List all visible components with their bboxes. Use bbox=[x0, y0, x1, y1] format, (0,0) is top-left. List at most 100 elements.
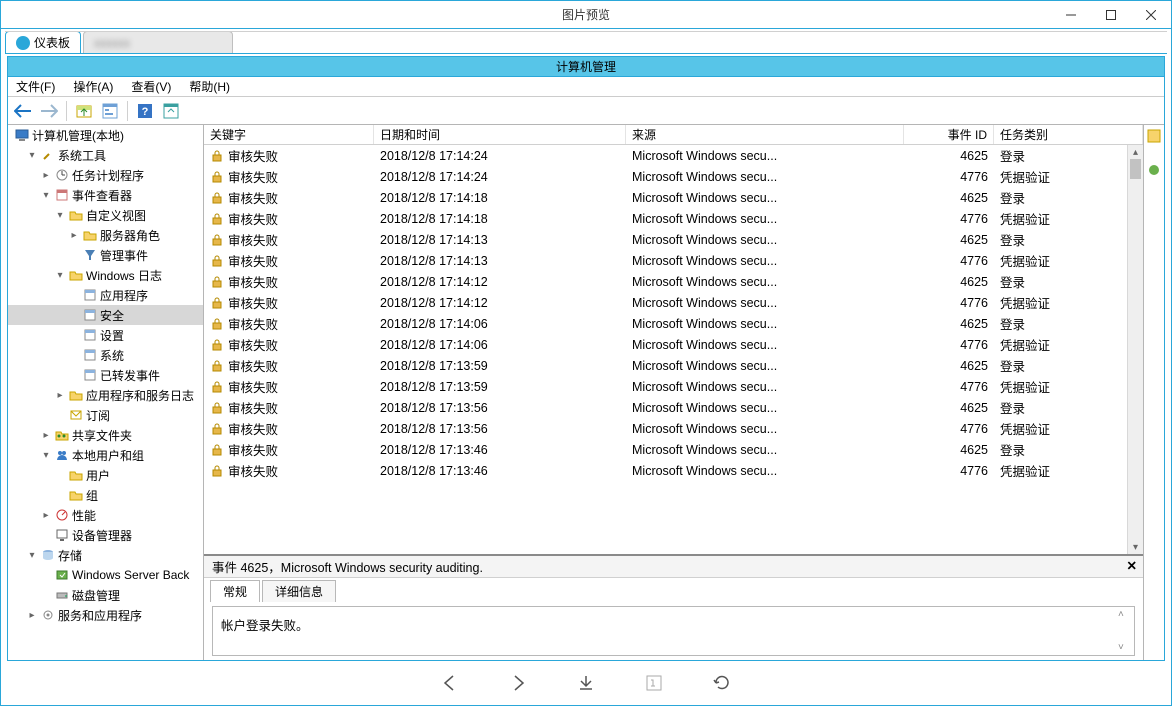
tree-groups[interactable]: 组 bbox=[8, 485, 203, 505]
menu-help[interactable]: 帮助(H) bbox=[185, 77, 234, 96]
cell-keyword: 审核失败 bbox=[228, 356, 278, 375]
table-row[interactable]: 审核失败2018/12/8 17:14:24Microsoft Windows … bbox=[204, 145, 1127, 166]
tree-root[interactable]: 计算机管理(本地) bbox=[8, 125, 203, 145]
folder-icon bbox=[68, 207, 84, 223]
cell-keyword: 审核失败 bbox=[228, 461, 278, 480]
mini-scroll-down-icon[interactable]: ˅ bbox=[1118, 642, 1132, 653]
tree-subscriptions[interactable]: 订阅 bbox=[8, 405, 203, 425]
toolbar-up-button[interactable] bbox=[73, 100, 95, 122]
table-row[interactable]: 审核失败2018/12/8 17:14:12Microsoft Windows … bbox=[204, 292, 1127, 313]
tree-storage[interactable]: ▾存储 bbox=[8, 545, 203, 565]
table-row[interactable]: 审核失败2018/12/8 17:14:13Microsoft Windows … bbox=[204, 229, 1127, 250]
toolbar-properties-button[interactable] bbox=[99, 100, 121, 122]
cell-source: Microsoft Windows secu... bbox=[626, 166, 904, 187]
table-row[interactable]: 审核失败2018/12/8 17:14:13Microsoft Windows … bbox=[204, 250, 1127, 271]
table-row[interactable]: 审核失败2018/12/8 17:14:12Microsoft Windows … bbox=[204, 271, 1127, 292]
footer-rotate-button[interactable] bbox=[711, 672, 733, 694]
cell-eventid: 4625 bbox=[904, 145, 994, 166]
footer-next-button[interactable] bbox=[507, 672, 529, 694]
menu-file[interactable]: 文件(F) bbox=[12, 77, 59, 96]
tree-custom-views[interactable]: ▾自定义视图 bbox=[8, 205, 203, 225]
cell-keyword: 审核失败 bbox=[228, 314, 278, 333]
toolbar-help-button[interactable]: ? bbox=[134, 100, 156, 122]
tree-disk-mgmt[interactable]: 磁盘管理 bbox=[8, 585, 203, 605]
event-list[interactable]: 关键字 日期和时间 来源 事件 ID 任务类别 审核失败2018/12/8 17… bbox=[204, 125, 1143, 554]
table-row[interactable]: 审核失败2018/12/8 17:14:18Microsoft Windows … bbox=[204, 187, 1127, 208]
cell-eventid: 4776 bbox=[904, 208, 994, 229]
tab-blurred[interactable]: xxxxxx bbox=[83, 31, 233, 53]
footer-prev-button[interactable] bbox=[439, 672, 461, 694]
tree-users[interactable]: 用户 bbox=[8, 465, 203, 485]
tree-sys-tools[interactable]: ▾系统工具 bbox=[8, 145, 203, 165]
tree-local-users-groups[interactable]: ▾本地用户和组 bbox=[8, 445, 203, 465]
window-maximize-button[interactable] bbox=[1091, 1, 1131, 28]
nav-back-button[interactable] bbox=[12, 100, 34, 122]
col-source[interactable]: 来源 bbox=[626, 125, 904, 144]
cell-datetime: 2018/12/8 17:13:59 bbox=[374, 355, 626, 376]
menu-view[interactable]: 查看(V) bbox=[127, 77, 175, 96]
cell-task: 登录 bbox=[994, 187, 1127, 208]
menu-bar: 文件(F) 操作(A) 查看(V) 帮助(H) bbox=[8, 77, 1164, 97]
tree-windows-logs[interactable]: ▾Windows 日志 bbox=[8, 265, 203, 285]
lock-icon bbox=[210, 464, 224, 478]
table-row[interactable]: 审核失败2018/12/8 17:14:24Microsoft Windows … bbox=[204, 166, 1127, 187]
tree-server-roles[interactable]: ▸服务器角色 bbox=[8, 225, 203, 245]
cell-source: Microsoft Windows secu... bbox=[626, 250, 904, 271]
side-icon-2[interactable] bbox=[1147, 163, 1161, 177]
cell-task: 登录 bbox=[994, 271, 1127, 292]
col-eventid[interactable]: 事件 ID bbox=[904, 125, 994, 144]
cell-eventid: 4776 bbox=[904, 460, 994, 481]
cell-source: Microsoft Windows secu... bbox=[626, 292, 904, 313]
detail-close-button[interactable]: ✕ bbox=[1127, 558, 1137, 573]
table-row[interactable]: 审核失败2018/12/8 17:14:06Microsoft Windows … bbox=[204, 334, 1127, 355]
tree-performance[interactable]: ▸性能 bbox=[8, 505, 203, 525]
side-icon-1[interactable] bbox=[1147, 129, 1161, 143]
table-row[interactable]: 审核失败2018/12/8 17:13:46Microsoft Windows … bbox=[204, 460, 1127, 481]
cell-task: 登录 bbox=[994, 313, 1127, 334]
cell-datetime: 2018/12/8 17:13:56 bbox=[374, 397, 626, 418]
table-row[interactable]: 审核失败2018/12/8 17:13:59Microsoft Windows … bbox=[204, 376, 1127, 397]
tree-pane[interactable]: 计算机管理(本地) ▾系统工具 ▸任务计划程序 ▾事件查看器 ▾自定义视图 ▸服… bbox=[8, 125, 204, 660]
table-row[interactable]: 审核失败2018/12/8 17:13:56Microsoft Windows … bbox=[204, 397, 1127, 418]
cell-keyword: 审核失败 bbox=[228, 251, 278, 270]
tree-log-application[interactable]: 应用程序 bbox=[8, 285, 203, 305]
tree-log-forwarded[interactable]: 已转发事件 bbox=[8, 365, 203, 385]
window-minimize-button[interactable] bbox=[1051, 1, 1091, 28]
tree-services-apps[interactable]: ▸服务和应用程序 bbox=[8, 605, 203, 625]
detail-tab-details[interactable]: 详细信息 bbox=[262, 580, 336, 602]
tree-app-services-logs[interactable]: ▸应用程序和服务日志 bbox=[8, 385, 203, 405]
event-list-scrollbar[interactable]: ▴ ▾ bbox=[1127, 145, 1143, 554]
col-keyword[interactable]: 关键字 bbox=[204, 125, 374, 144]
scroll-thumb[interactable] bbox=[1130, 159, 1141, 179]
storage-icon bbox=[40, 547, 56, 563]
tree-admin-events[interactable]: 管理事件 bbox=[8, 245, 203, 265]
col-datetime[interactable]: 日期和时间 bbox=[374, 125, 626, 144]
tree-log-system[interactable]: 系统 bbox=[8, 345, 203, 365]
menu-action[interactable]: 操作(A) bbox=[69, 77, 117, 96]
toolbar-extra-button[interactable] bbox=[160, 100, 182, 122]
tree-event-viewer[interactable]: ▾事件查看器 bbox=[8, 185, 203, 205]
tree-task-scheduler[interactable]: ▸任务计划程序 bbox=[8, 165, 203, 185]
tree-log-security[interactable]: 安全 bbox=[8, 305, 203, 325]
tree-shared-folders[interactable]: ▸共享文件夹 bbox=[8, 425, 203, 445]
table-row[interactable]: 审核失败2018/12/8 17:14:06Microsoft Windows … bbox=[204, 313, 1127, 334]
cell-source: Microsoft Windows secu... bbox=[626, 187, 904, 208]
tree-wsb[interactable]: Windows Server Back bbox=[8, 565, 203, 585]
window-close-button[interactable] bbox=[1131, 1, 1171, 28]
scroll-down-icon[interactable]: ▾ bbox=[1128, 540, 1143, 554]
table-row[interactable]: 审核失败2018/12/8 17:13:56Microsoft Windows … bbox=[204, 418, 1127, 439]
footer-download-button[interactable] bbox=[575, 672, 597, 694]
col-task[interactable]: 任务类别 bbox=[994, 125, 1143, 144]
table-row[interactable]: 审核失败2018/12/8 17:14:18Microsoft Windows … bbox=[204, 208, 1127, 229]
tree-log-setup[interactable]: 设置 bbox=[8, 325, 203, 345]
mini-scroll-up-icon[interactable]: ˄ bbox=[1118, 609, 1132, 620]
tree-device-manager[interactable]: 设备管理器 bbox=[8, 525, 203, 545]
scroll-up-icon[interactable]: ▴ bbox=[1128, 145, 1143, 159]
nav-forward-button[interactable] bbox=[38, 100, 60, 122]
table-row[interactable]: 审核失败2018/12/8 17:13:46Microsoft Windows … bbox=[204, 439, 1127, 460]
footer-original-button[interactable] bbox=[643, 672, 665, 694]
detail-tab-general[interactable]: 常规 bbox=[210, 580, 260, 602]
cell-source: Microsoft Windows secu... bbox=[626, 439, 904, 460]
tab-dashboard[interactable]: 仪表板 bbox=[5, 31, 81, 53]
table-row[interactable]: 审核失败2018/12/8 17:13:59Microsoft Windows … bbox=[204, 355, 1127, 376]
